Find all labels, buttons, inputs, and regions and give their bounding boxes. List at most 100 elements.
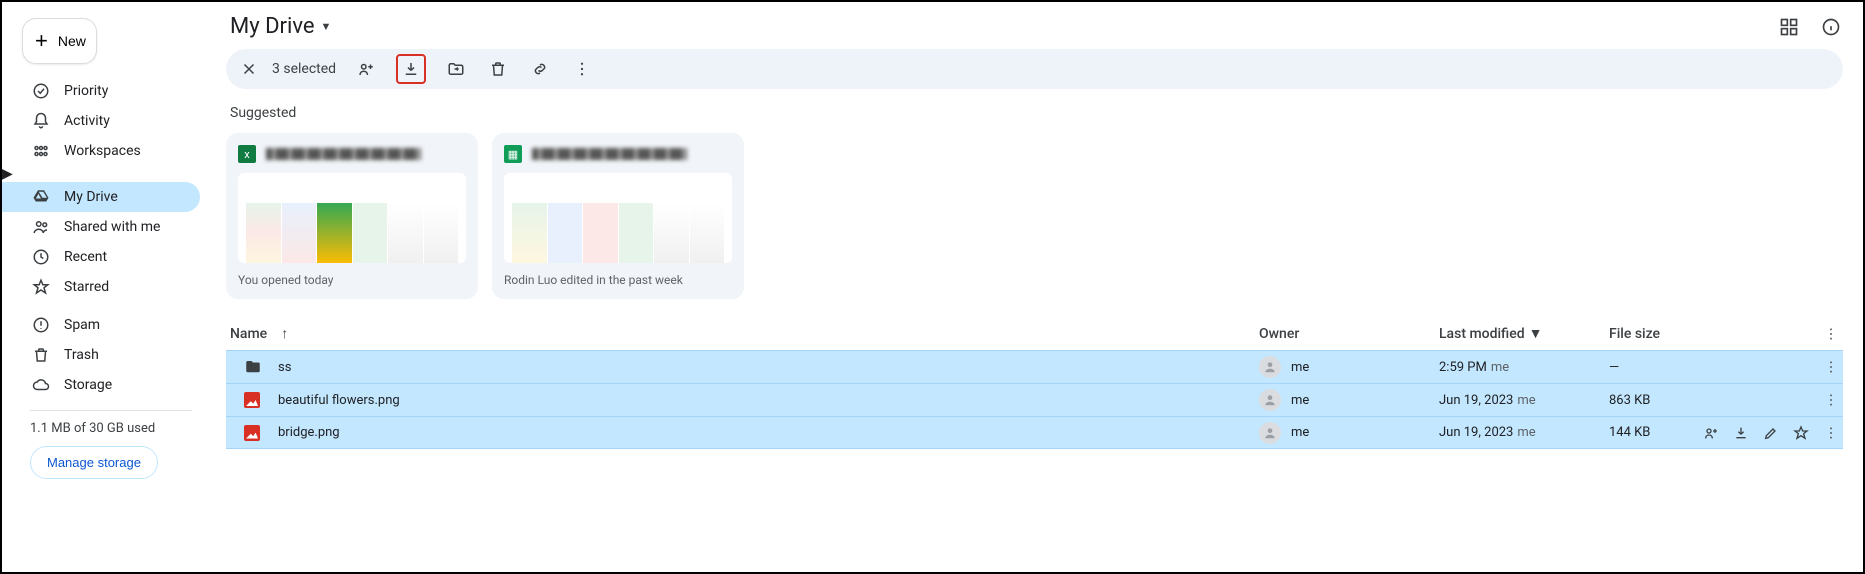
spam-icon bbox=[32, 316, 50, 334]
row-download-icon[interactable] bbox=[1733, 425, 1749, 441]
nav-label: Storage bbox=[64, 377, 112, 393]
manage-storage-button[interactable]: Manage storage bbox=[30, 446, 158, 479]
avatar bbox=[1259, 422, 1281, 444]
table-row[interactable]: beautiful flowers.png me Jun 19, 2023me … bbox=[226, 383, 1843, 416]
sidebar-item-shared[interactable]: Shared with me bbox=[2, 212, 200, 242]
link-button[interactable] bbox=[528, 57, 552, 81]
bell-icon bbox=[32, 112, 50, 130]
modified-by: me bbox=[1517, 425, 1535, 440]
share-button[interactable] bbox=[354, 57, 378, 81]
cloud-icon bbox=[32, 376, 50, 394]
grid-view-button[interactable] bbox=[1777, 15, 1801, 39]
caret-down-icon: ▼ bbox=[1529, 325, 1543, 342]
file-name: beautiful flowers.png bbox=[278, 393, 1259, 408]
column-size[interactable]: File size bbox=[1609, 326, 1699, 342]
modified-by: me bbox=[1517, 393, 1535, 408]
column-name[interactable]: Name bbox=[230, 326, 267, 342]
table-header: Name ↑ Owner Last modified ▼ File size bbox=[226, 317, 1843, 350]
trash-icon bbox=[32, 346, 50, 364]
info-button[interactable] bbox=[1819, 15, 1843, 39]
people-icon bbox=[32, 218, 50, 236]
clock-icon bbox=[32, 248, 50, 266]
download-button[interactable] bbox=[396, 54, 426, 84]
owner-label: me bbox=[1291, 425, 1309, 440]
workspaces-icon bbox=[32, 142, 50, 160]
modified-date: Jun 19, 2023 bbox=[1439, 425, 1513, 440]
more-button[interactable] bbox=[570, 57, 594, 81]
selection-count: 3 selected bbox=[272, 61, 336, 77]
storage-used-label: 1.1 MB of 30 GB used bbox=[30, 421, 192, 436]
sheets-icon: ▦ bbox=[504, 145, 522, 163]
sidebar-item-workspaces[interactable]: Workspaces bbox=[2, 136, 200, 166]
sidebar: + New Priority Activity Workspaces ▶ My … bbox=[2, 2, 212, 572]
nav-label: My Drive bbox=[64, 189, 118, 205]
avatar bbox=[1259, 389, 1281, 411]
image-icon bbox=[244, 425, 264, 441]
delete-button[interactable] bbox=[486, 57, 510, 81]
file-name: bridge.png bbox=[278, 425, 1259, 440]
file-size: 863 KB bbox=[1609, 393, 1699, 408]
move-button[interactable] bbox=[444, 57, 468, 81]
column-owner[interactable]: Owner bbox=[1259, 326, 1439, 342]
avatar bbox=[1259, 356, 1281, 378]
nav-label: Recent bbox=[64, 249, 107, 265]
card-thumbnail bbox=[238, 173, 466, 263]
page-title: My Drive bbox=[230, 14, 315, 39]
column-more-button[interactable] bbox=[1823, 326, 1839, 342]
table-row[interactable]: bridge.png me Jun 19, 2023 me 144 KB bbox=[226, 416, 1843, 449]
nav-label: Priority bbox=[64, 83, 108, 99]
card-thumbnail bbox=[504, 173, 732, 263]
modified-date: Jun 19, 2023 bbox=[1439, 393, 1513, 408]
row-share-icon[interactable] bbox=[1703, 425, 1719, 441]
sort-arrow-up-icon[interactable]: ↑ bbox=[281, 325, 288, 342]
nav-label: Starred bbox=[64, 279, 109, 295]
suggested-card[interactable]: ▦ Rodin Luo edited in the past week bbox=[492, 133, 744, 299]
card-title-redacted bbox=[266, 148, 421, 160]
owner-label: me bbox=[1291, 393, 1309, 408]
nav-label: Activity bbox=[64, 113, 110, 129]
nav-label: Trash bbox=[64, 347, 99, 363]
clear-selection-button[interactable] bbox=[240, 60, 258, 78]
sidebar-item-priority[interactable]: Priority bbox=[2, 76, 200, 106]
plus-icon: + bbox=[35, 28, 48, 54]
column-modified[interactable]: Last modified ▼ bbox=[1439, 325, 1609, 342]
sidebar-item-my-drive[interactable]: My Drive bbox=[2, 182, 200, 212]
row-more-button[interactable] bbox=[1823, 392, 1839, 408]
file-size: 144 KB bbox=[1609, 425, 1699, 440]
table-row[interactable]: ss me 2:59 PM me — bbox=[226, 350, 1843, 383]
card-title-redacted bbox=[532, 148, 687, 160]
modified-by: me bbox=[1491, 360, 1509, 375]
file-size: — bbox=[1609, 360, 1699, 375]
excel-icon: x bbox=[238, 145, 256, 163]
image-icon bbox=[244, 392, 264, 408]
sidebar-item-recent[interactable]: Recent bbox=[2, 242, 200, 272]
file-name: ss bbox=[278, 360, 1259, 375]
sidebar-item-activity[interactable]: Activity bbox=[2, 106, 200, 136]
sidebar-item-storage[interactable]: Storage bbox=[2, 370, 200, 400]
suggested-label: Suggested bbox=[226, 105, 1843, 121]
card-caption: Rodin Luo edited in the past week bbox=[504, 273, 732, 287]
suggested-card[interactable]: x You opened today bbox=[226, 133, 478, 299]
selection-toolbar: 3 selected bbox=[226, 49, 1843, 89]
check-circle-icon bbox=[32, 82, 50, 100]
main-content: My Drive ▼ 3 selected Suggested x bbox=[212, 2, 1863, 572]
row-star-icon[interactable] bbox=[1793, 425, 1809, 441]
sidebar-item-starred[interactable]: Starred bbox=[2, 272, 200, 302]
new-button[interactable]: + New bbox=[22, 18, 97, 64]
folder-breadcrumb[interactable]: My Drive ▼ bbox=[230, 14, 331, 39]
folder-icon bbox=[244, 358, 264, 376]
sidebar-item-trash[interactable]: Trash bbox=[2, 340, 200, 370]
row-more-button[interactable] bbox=[1823, 359, 1839, 375]
nav-label: Shared with me bbox=[64, 219, 160, 235]
nav-label: Spam bbox=[64, 317, 100, 333]
divider bbox=[30, 410, 192, 411]
caret-right-icon[interactable]: ▶ bbox=[2, 166, 13, 182]
star-icon bbox=[32, 278, 50, 296]
row-more-button[interactable] bbox=[1823, 425, 1839, 441]
sidebar-item-spam[interactable]: Spam bbox=[2, 310, 200, 340]
modified-date: 2:59 PM bbox=[1439, 360, 1487, 375]
nav-label: Workspaces bbox=[64, 143, 141, 159]
owner-label: me bbox=[1291, 360, 1309, 375]
card-caption: You opened today bbox=[238, 273, 466, 287]
row-rename-icon[interactable] bbox=[1763, 425, 1779, 441]
